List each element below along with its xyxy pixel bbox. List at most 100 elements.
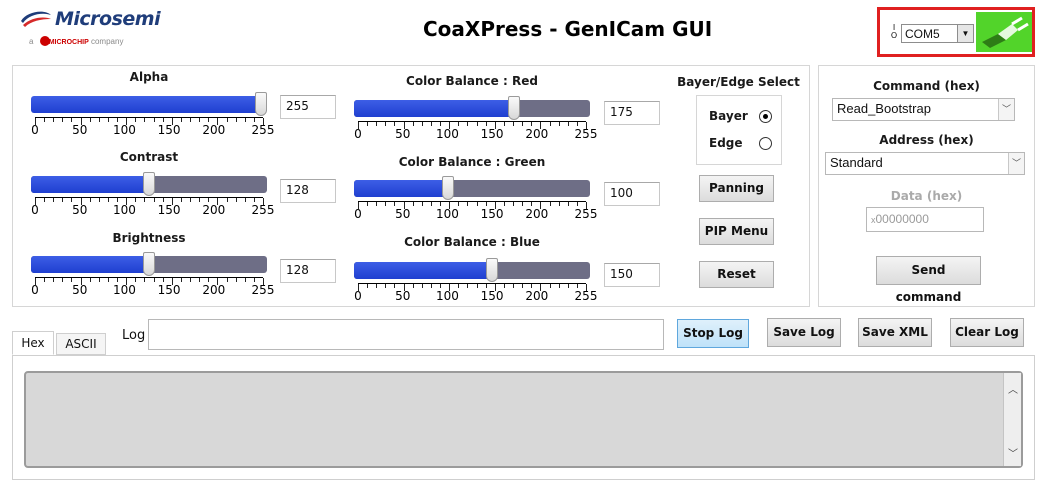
- tick-mark: [190, 198, 192, 202]
- tick-mark: [412, 202, 414, 206]
- slider-value-box[interactable]: 255: [280, 95, 336, 119]
- tick-mark: [513, 122, 515, 126]
- tick-mark: [190, 118, 192, 122]
- tick-mark: [503, 202, 505, 206]
- tick-mark: [71, 118, 73, 122]
- tick-mark: [153, 198, 155, 202]
- slider-value-box[interactable]: 128: [280, 259, 336, 283]
- panning-button[interactable]: Panning: [699, 175, 774, 202]
- tick-mark: [467, 122, 469, 126]
- slider-value-box[interactable]: 175: [604, 101, 660, 125]
- tick-mark: [253, 118, 255, 122]
- log-scrollbar[interactable]: ︿ ﹀: [1003, 373, 1021, 466]
- slider-track[interactable]: [354, 100, 590, 117]
- slider-thumb[interactable]: [485, 258, 498, 282]
- slider-track[interactable]: [354, 180, 590, 197]
- tick-mark: [107, 278, 109, 282]
- slider-value-box[interactable]: 100: [604, 182, 660, 206]
- tick-mark: [421, 122, 423, 126]
- chevron-down-icon[interactable]: ▼: [957, 25, 973, 42]
- reset-button[interactable]: Reset: [699, 261, 774, 288]
- scroll-up-icon[interactable]: ︿: [1004, 381, 1022, 396]
- tick-mark: [503, 284, 505, 288]
- com-port-select[interactable]: COM5 ▼: [901, 24, 974, 43]
- tick-mark: [226, 198, 228, 202]
- tick-mark: [503, 122, 505, 126]
- tick-label: 255: [574, 127, 598, 141]
- command-select[interactable]: Read_Bootstrap ﹀: [832, 98, 1015, 121]
- slider-thumb[interactable]: [255, 92, 267, 116]
- log-label: Log: [122, 328, 146, 343]
- slider-value-box[interactable]: 128: [280, 179, 336, 203]
- tick-mark: [253, 198, 255, 202]
- tick-mark: [385, 122, 387, 126]
- log-input[interactable]: [148, 319, 664, 350]
- tick-mark: [421, 284, 423, 288]
- address-select[interactable]: Standard ﹀: [825, 152, 1025, 175]
- tick-label: 0: [354, 207, 362, 221]
- tick-mark: [430, 284, 432, 288]
- tick-label: 100: [435, 207, 459, 221]
- tick-mark: [244, 198, 246, 202]
- tick-label: 200: [525, 207, 549, 221]
- bayer-radio[interactable]: [759, 110, 772, 123]
- tick-mark: [531, 284, 533, 288]
- address-label: Address (hex): [879, 133, 974, 147]
- tick-label: 100: [112, 123, 136, 137]
- slider-track[interactable]: [31, 96, 267, 113]
- tick-label: 50: [72, 203, 88, 217]
- chevron-down-icon[interactable]: ﹀: [1008, 153, 1024, 174]
- tick-mark: [208, 278, 210, 282]
- tick-label: 200: [202, 123, 226, 137]
- tab-ascii[interactable]: ASCII: [56, 333, 106, 355]
- tick-label: 255: [574, 207, 598, 221]
- tick-label: 150: [480, 289, 504, 303]
- send-command-button[interactable]: Send command: [876, 256, 981, 304]
- tick-label: 100: [112, 283, 136, 297]
- bayer-edge-group: Bayer Edge: [696, 95, 782, 165]
- usb-plug-icon[interactable]: [976, 12, 1032, 52]
- tick-mark: [44, 278, 46, 282]
- tick-mark: [89, 278, 91, 282]
- slider-thumb[interactable]: [143, 172, 156, 196]
- log-output[interactable]: ︿ ﹀: [24, 371, 1023, 468]
- edge-radio[interactable]: [759, 137, 772, 150]
- scroll-down-icon[interactable]: ﹀: [1004, 445, 1022, 460]
- save-log-button[interactable]: Save Log: [767, 318, 841, 347]
- tick-mark: [117, 278, 119, 282]
- slider-label: Color Balance : Red: [406, 74, 538, 88]
- io-icon: IO: [890, 23, 898, 40]
- tick-label: 150: [157, 123, 181, 137]
- tick-mark: [144, 118, 146, 122]
- data-input[interactable]: x00000000: [866, 207, 984, 232]
- slider-ticks: [35, 277, 264, 285]
- tab-hex[interactable]: Hex: [12, 331, 54, 355]
- clear-log-button[interactable]: Clear Log: [950, 318, 1024, 347]
- tick-mark: [367, 122, 369, 126]
- tick-mark: [394, 284, 396, 288]
- tick-mark: [367, 202, 369, 206]
- save-xml-button[interactable]: Save XML: [858, 318, 932, 347]
- tick-label: 0: [354, 127, 362, 141]
- tick-label: 0: [31, 203, 39, 217]
- tick-mark: [153, 118, 155, 122]
- tick-mark: [476, 202, 478, 206]
- slider-value-box[interactable]: 150: [604, 263, 660, 287]
- tick-mark: [208, 198, 210, 202]
- tick-mark: [485, 284, 487, 288]
- slider-thumb[interactable]: [143, 252, 156, 276]
- pip-menu-button[interactable]: PIP Menu: [699, 218, 774, 245]
- slider-thumb[interactable]: [507, 96, 520, 120]
- tick-mark: [440, 284, 442, 288]
- stop-log-button[interactable]: Stop Log: [677, 319, 749, 348]
- edge-option[interactable]: Edge: [709, 134, 779, 152]
- bayer-option[interactable]: Bayer: [709, 107, 779, 125]
- slider-thumb[interactable]: [441, 176, 454, 200]
- slider-track[interactable]: [354, 262, 590, 279]
- chevron-down-icon[interactable]: ﹀: [998, 99, 1014, 120]
- tick-mark: [135, 118, 137, 122]
- tick-mark: [53, 278, 55, 282]
- tick-label: 100: [112, 203, 136, 217]
- tick-mark: [71, 278, 73, 282]
- tick-mark: [412, 284, 414, 288]
